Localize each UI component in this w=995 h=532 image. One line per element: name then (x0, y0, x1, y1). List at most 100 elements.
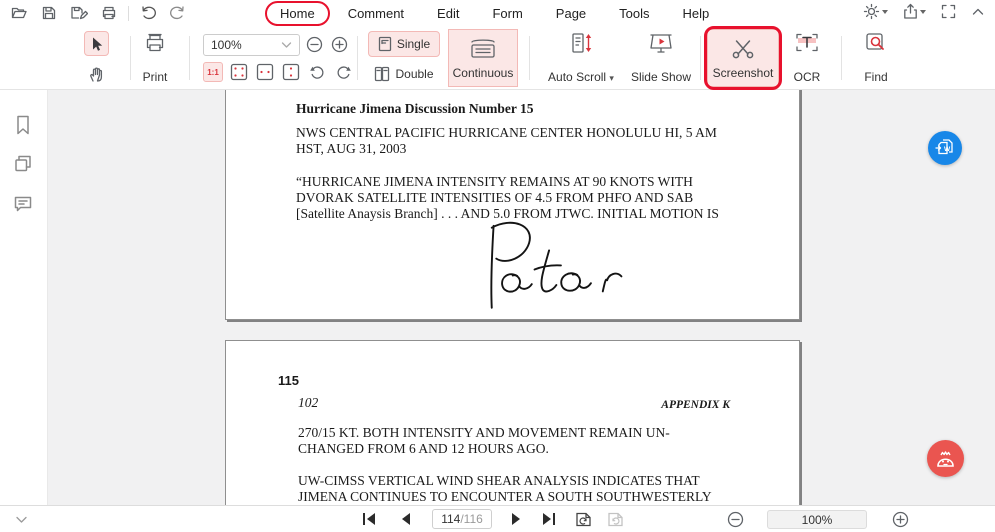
ai-assistant-button[interactable] (927, 440, 964, 477)
slide-show-label: Slide Show (631, 70, 691, 84)
open-button[interactable] (8, 3, 30, 23)
find-button[interactable]: Find (852, 32, 900, 84)
page-thumbnails-icon (13, 154, 33, 174)
navigation-sidebar (0, 90, 48, 505)
next-page-icon (511, 512, 523, 526)
fullscreen-icon (941, 4, 956, 19)
previous-page-button[interactable] (396, 511, 414, 527)
slide-show-button[interactable]: Slide Show (628, 32, 694, 84)
bookmarks-icon (13, 114, 33, 136)
actual-size-button[interactable]: 1:1 (203, 62, 223, 82)
doc-text-line: CHANGED FROM 6 AND 12 HOURS AGO. (298, 441, 549, 457)
fit-width-button[interactable] (255, 62, 275, 82)
double-page-icon (374, 66, 390, 82)
tab-help[interactable]: Help (681, 2, 712, 25)
select-tool-button[interactable] (84, 31, 109, 56)
ocr-label: OCR (794, 70, 821, 84)
fullscreen-button[interactable] (941, 4, 956, 19)
fit-page-button[interactable] (229, 62, 249, 82)
hand-icon (88, 66, 105, 83)
doc-heading: Hurricane Jimena Discussion Number 15 (296, 101, 534, 117)
fit-height-icon (282, 63, 300, 81)
save-as-button[interactable] (68, 3, 90, 23)
convert-to-word-button[interactable]: W (928, 131, 962, 165)
plus-circle-icon (892, 511, 909, 528)
redo-icon (169, 5, 187, 21)
pdf-page-115[interactable]: 115 102 APPENDIX K 270/15 KT. BOTH INTEN… (225, 340, 800, 505)
share-icon (903, 3, 918, 20)
doc-text-line: JIMENA CONTINUES TO ENCOUNTER A SOUTH SO… (298, 489, 712, 505)
zoom-level-statusbar[interactable]: 100% (767, 510, 867, 529)
single-page-view-button[interactable]: Single (368, 31, 440, 57)
zoom-in-statusbar-button[interactable] (891, 511, 909, 527)
convert-to-word-icon: W (935, 138, 955, 158)
pdf-page-114[interactable]: Hurricane Jimena Discussion Number 15 NW… (225, 90, 800, 320)
hand-tool-button[interactable] (84, 62, 109, 87)
statusbar: 114/116 100% (0, 505, 995, 532)
share-button[interactable] (903, 3, 926, 20)
screenshot-button[interactable]: Screenshot (707, 29, 779, 87)
doc-text-line: UW-CIMSS VERTICAL WIND SHEAR ANALYSIS IN… (298, 473, 700, 489)
tab-page[interactable]: Page (554, 2, 588, 25)
tab-tools[interactable]: Tools (617, 2, 651, 25)
bookmarks-panel-button[interactable] (13, 114, 35, 136)
doc-text-line: HST, AUG 31, 2003 (296, 141, 406, 157)
zoom-level-value: 100% (211, 38, 242, 52)
auto-scroll-icon (569, 32, 593, 54)
double-page-view-button[interactable]: Double (368, 61, 440, 87)
svg-text:W: W (944, 146, 951, 153)
ribbon-separator (700, 36, 701, 80)
doc-page-number: 115 (278, 373, 299, 388)
last-page-button[interactable] (540, 511, 558, 527)
zoom-level-value: 100% (802, 513, 833, 527)
previous-view-button[interactable] (574, 511, 592, 527)
ribbon-toolbar: Print 100% 1:1 Single (0, 26, 995, 90)
doc-text-line: “HURRICANE JIMENA INTENSITY REMAINS AT 9… (296, 174, 693, 190)
zoom-in-button[interactable] (331, 36, 348, 53)
find-label: Find (864, 70, 887, 84)
undo-button[interactable] (137, 3, 159, 23)
scissors-icon (730, 38, 756, 60)
doc-text-line: NWS CENTRAL PACIFIC HURRICANE CENTER HON… (296, 125, 717, 141)
save-button[interactable] (38, 3, 60, 23)
zoom-level-dropdown[interactable]: 100% (203, 34, 300, 56)
print-icon (144, 32, 166, 54)
doc-folio: 102 (298, 395, 318, 411)
next-page-button[interactable] (508, 511, 526, 527)
ribbon-separator (841, 36, 842, 80)
window-controls (863, 3, 985, 20)
continuous-view-button[interactable]: Continuous (448, 29, 518, 87)
page-number-input[interactable]: 114/116 (432, 509, 492, 529)
collapse-toolbar-button[interactable] (971, 5, 985, 19)
theme-button[interactable] (863, 3, 888, 20)
menubar-separator (128, 6, 129, 21)
zoom-out-button[interactable] (306, 36, 323, 53)
ocr-icon (795, 32, 819, 54)
tab-home[interactable]: Home (278, 2, 317, 25)
rotate-right-button[interactable] (307, 62, 327, 82)
tab-comment[interactable]: Comment (346, 2, 406, 25)
fit-page-icon (230, 63, 248, 81)
minus-circle-icon (306, 36, 323, 53)
actual-size-icon: 1:1 (207, 68, 219, 77)
comments-panel-button[interactable] (13, 194, 35, 216)
quick-print-button[interactable] (98, 3, 120, 23)
collapse-statusbar-button[interactable] (12, 511, 30, 527)
signature[interactable] (459, 218, 641, 312)
find-icon (865, 32, 887, 54)
auto-scroll-button[interactable]: Auto Scroll ▾ (538, 32, 624, 84)
fit-height-button[interactable] (281, 62, 301, 82)
ocr-button[interactable]: OCR (785, 32, 829, 84)
document-canvas[interactable]: Hurricane Jimena Discussion Number 15 NW… (48, 90, 995, 505)
print-button[interactable]: Print (130, 32, 180, 84)
tab-edit[interactable]: Edit (435, 2, 461, 25)
theme-icon (863, 3, 880, 20)
next-view-button[interactable] (606, 511, 624, 527)
redo-button[interactable] (167, 3, 189, 23)
first-page-button[interactable] (360, 511, 378, 527)
zoom-out-statusbar-button[interactable] (726, 511, 744, 527)
page-thumbnails-panel-button[interactable] (13, 154, 35, 176)
rotate-left-button[interactable] (333, 62, 353, 82)
tab-form[interactable]: Form (490, 2, 524, 25)
tab-home-label: Home (280, 6, 315, 21)
